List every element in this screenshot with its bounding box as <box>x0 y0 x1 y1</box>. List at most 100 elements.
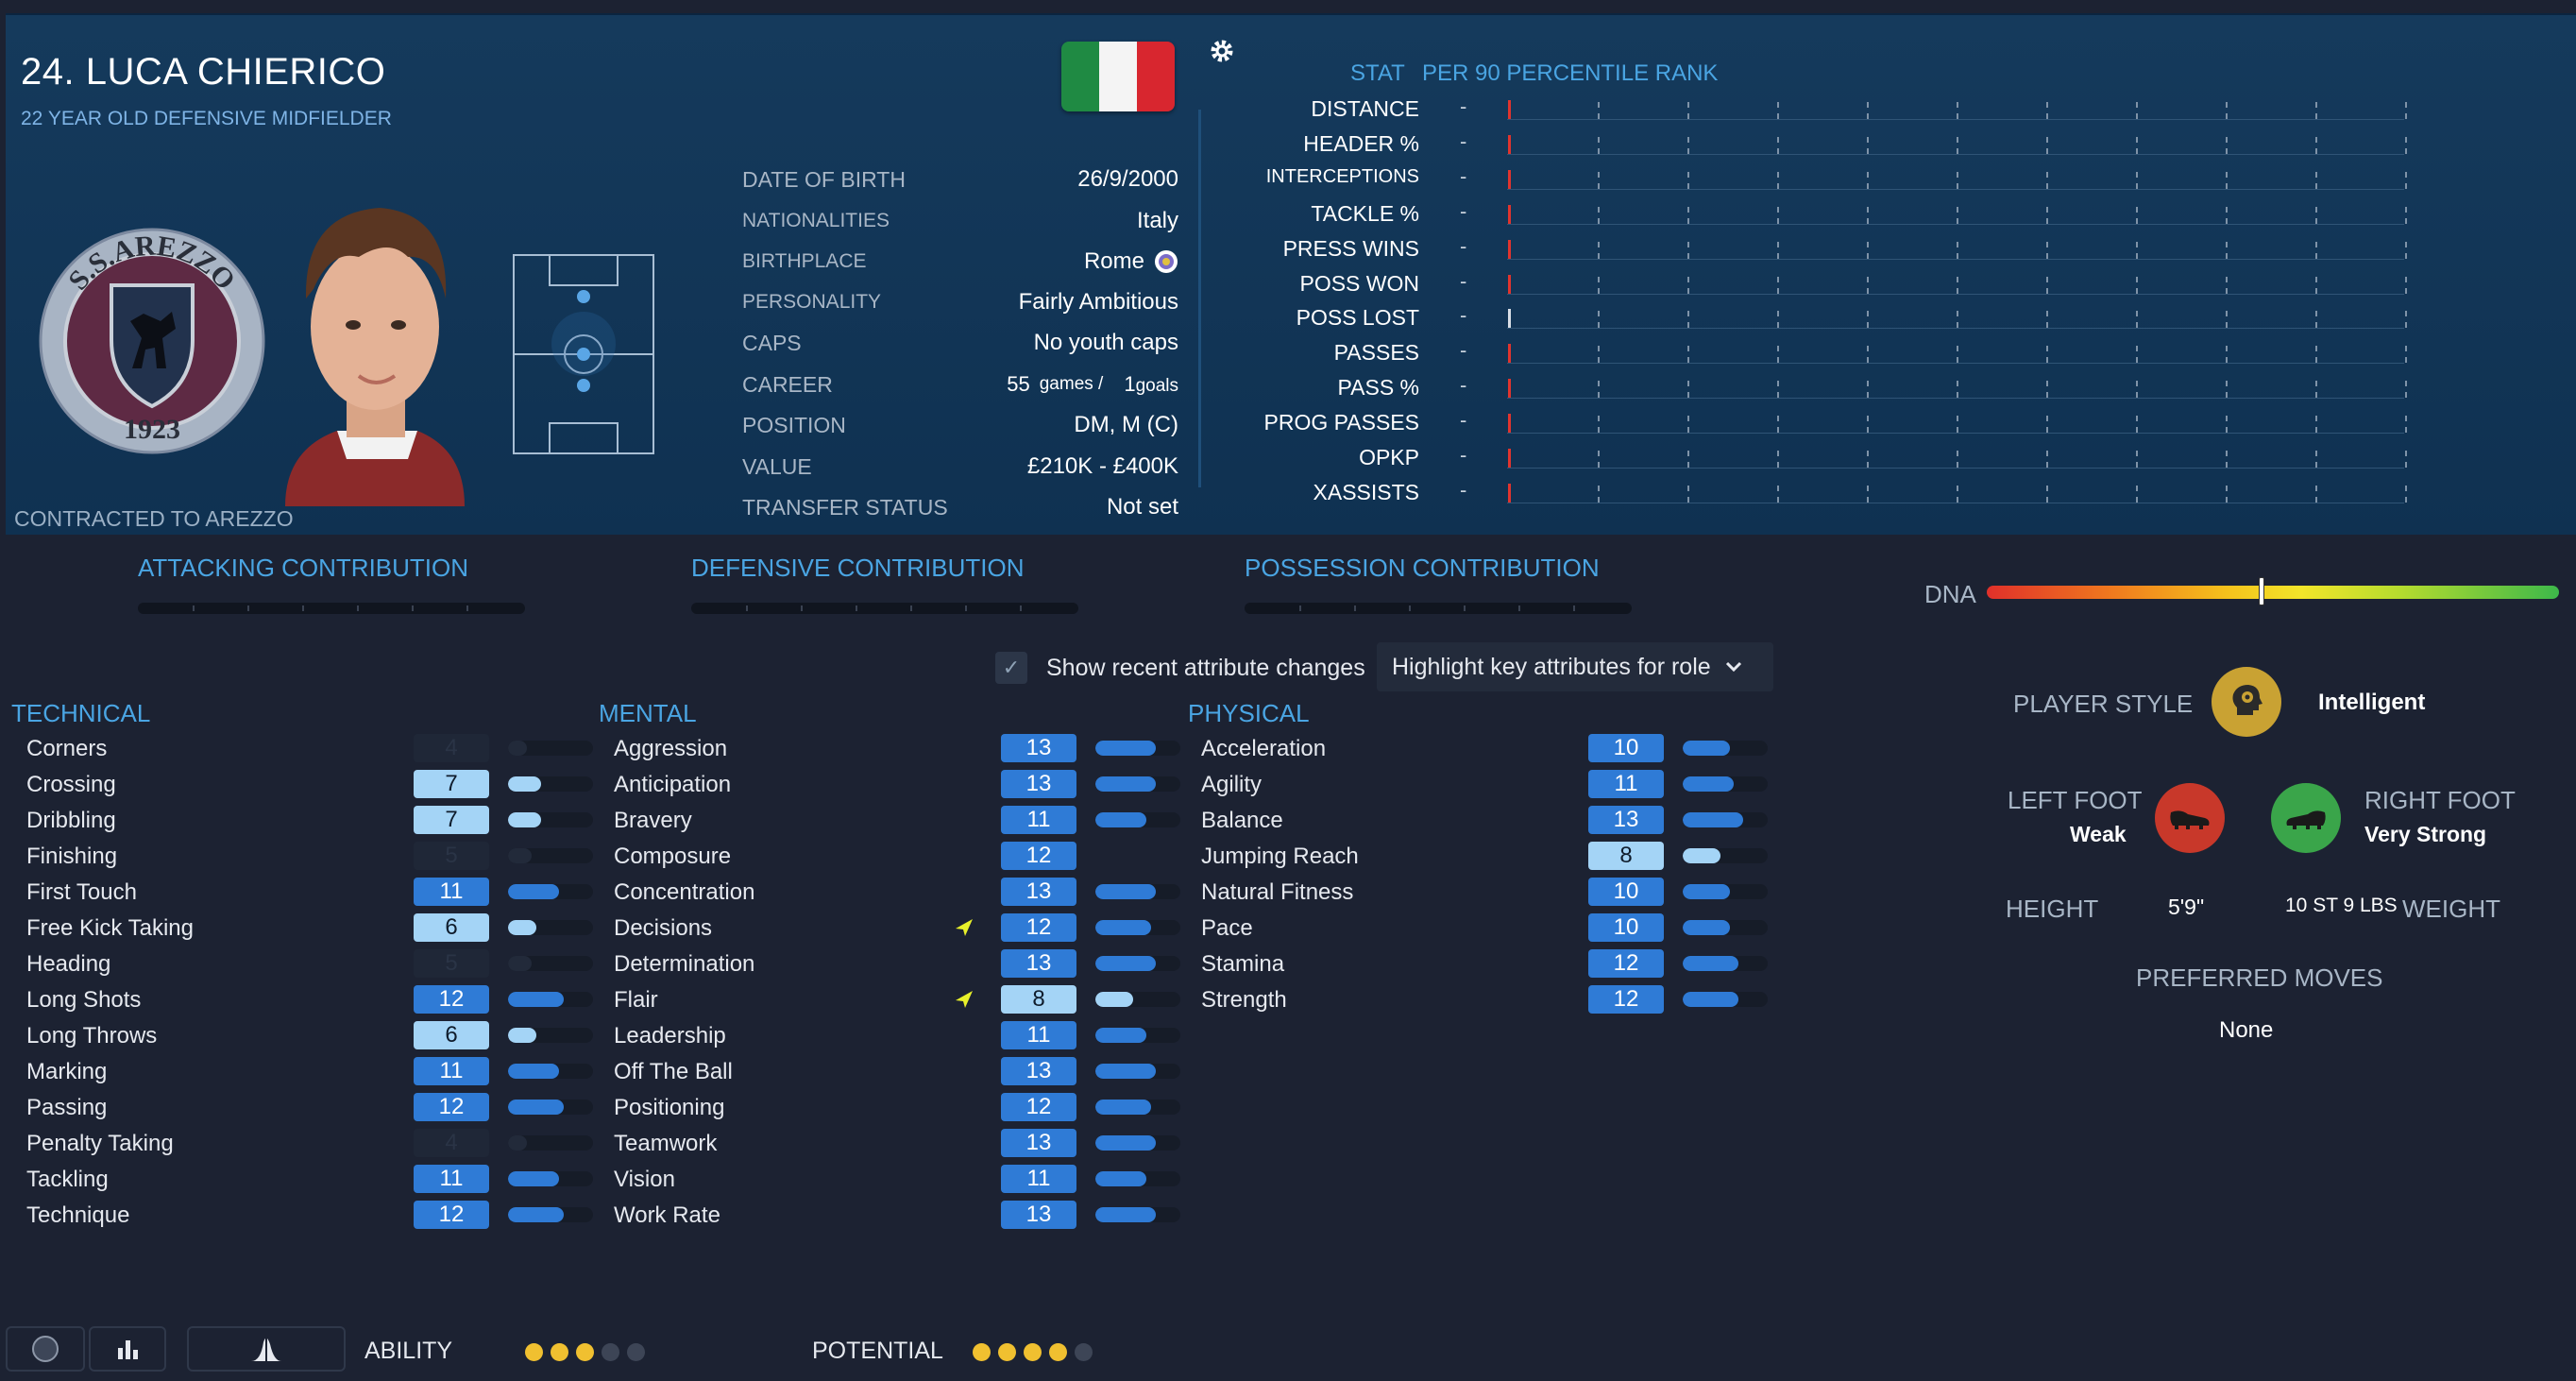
birthplace-value[interactable]: Rome <box>1084 248 1144 275</box>
attribute-row[interactable]: First Touch 11 <box>26 876 593 910</box>
percentile-tick <box>1777 241 1779 259</box>
attribute-row[interactable]: Aggression 13 <box>614 732 1180 766</box>
stat-row: PASS % - <box>1271 369 2407 403</box>
percentile-tick <box>1867 171 1869 189</box>
info-label: CAREER <box>742 371 833 397</box>
percentile-tick <box>1598 102 1600 119</box>
dna-marker <box>2258 577 2264 605</box>
attribute-bar-fill <box>1683 848 1720 863</box>
attribute-row[interactable]: Jumping Reach 8 <box>1201 840 1768 874</box>
attribute-row[interactable]: Bravery 11 <box>614 804 1180 838</box>
show-recent-changes-label[interactable]: Show recent attribute changes <box>1046 655 1365 682</box>
attribute-row[interactable]: Tackling 11 <box>26 1163 593 1197</box>
attribute-row[interactable]: Composure 12 <box>614 840 1180 874</box>
attribute-row[interactable]: Teamwork 13 <box>614 1127 1180 1161</box>
percentile-tick <box>2136 346 2138 364</box>
gear-icon[interactable] <box>1209 38 1235 64</box>
attribute-row[interactable]: Flair 8 <box>614 983 1180 1017</box>
attribute-row[interactable]: Natural Fitness 10 <box>1201 876 1768 910</box>
attribute-bar-fill <box>1683 920 1730 935</box>
attribute-row[interactable]: Decisions 12 <box>614 912 1180 946</box>
percentile-tick <box>1598 451 1600 468</box>
attribute-row[interactable]: Long Throws 6 <box>26 1019 593 1053</box>
attribute-row[interactable]: Crossing 7 <box>26 768 593 802</box>
attribute-row[interactable]: Long Shots 12 <box>26 983 593 1017</box>
percentile-tick <box>1687 136 1689 154</box>
attribute-row[interactable]: Work Rate 13 <box>614 1199 1180 1233</box>
percentile-tick <box>1777 346 1779 364</box>
attribute-name: Agility <box>1201 772 1263 797</box>
attribute-bar-fill <box>508 848 532 863</box>
percentile-tick <box>2226 171 2228 189</box>
attribute-row[interactable]: Strength 12 <box>1201 983 1768 1017</box>
attribute-bar-fill <box>508 776 541 792</box>
attribute-row[interactable]: Positioning 12 <box>614 1091 1180 1125</box>
attribute-row[interactable]: Corners 4 <box>26 732 593 766</box>
attribute-value: 11 <box>1001 806 1076 834</box>
attribute-bar <box>1683 920 1768 935</box>
attribute-bar-fill <box>1683 741 1730 756</box>
player-style-value: Intelligent <box>2318 690 2426 715</box>
attribute-row[interactable]: Finishing 5 <box>26 840 593 874</box>
attribute-name: Dribbling <box>26 808 116 833</box>
footer-button-overview[interactable] <box>6 1326 85 1372</box>
contribution-tick <box>1518 605 1520 611</box>
percentile-column-header[interactable]: PER 90 PERCENTILE RANK <box>1422 60 1718 87</box>
stat-row: INTERCEPTIONS - <box>1266 161 2407 195</box>
attribute-row[interactable]: Technique 12 <box>26 1199 593 1233</box>
attribute-row[interactable]: Off The Ball 13 <box>614 1055 1180 1089</box>
stat-label: INTERCEPTIONS <box>1265 165 1419 187</box>
contribution-tick <box>412 605 414 611</box>
attribute-row[interactable]: Pace 10 <box>1201 912 1768 946</box>
attribute-row[interactable]: Leadership 11 <box>614 1019 1180 1053</box>
ability-rating <box>525 1343 645 1361</box>
attribute-row[interactable]: Stamina 12 <box>1201 947 1768 981</box>
attribute-row[interactable]: Concentration 13 <box>614 876 1180 910</box>
footer-button-distribution[interactable] <box>187 1326 346 1372</box>
player-style-label: PLAYER STYLE <box>2013 690 2194 718</box>
brain-icon[interactable] <box>2212 667 2281 737</box>
attribute-value: 7 <box>414 770 489 798</box>
attribute-row[interactable]: Heading 5 <box>26 947 593 981</box>
attribute-row[interactable]: Marking 11 <box>26 1055 593 1089</box>
attribute-row[interactable]: Balance 13 <box>1201 804 1768 838</box>
attribute-row[interactable]: Acceleration 10 <box>1201 732 1768 766</box>
percentile-tick <box>2046 311 2048 329</box>
percentile-tick <box>1598 381 1600 399</box>
attribute-row[interactable]: Passing 12 <box>26 1091 593 1125</box>
info-label: CAPS <box>742 330 802 355</box>
attacking-contribution-title: ATTACKING CONTRIBUTION <box>138 554 469 582</box>
percentile-track <box>1507 153 2404 155</box>
panel-divider <box>1198 110 1201 487</box>
career-games: 55 <box>1007 372 1030 396</box>
attribute-name: First Touch <box>26 879 137 905</box>
attribute-row[interactable]: Penalty Taking 4 <box>26 1127 593 1161</box>
attribute-bar <box>508 1171 593 1186</box>
attribute-row[interactable]: Agility 11 <box>1201 768 1768 802</box>
attribute-bar-fill <box>508 1135 527 1151</box>
show-recent-changes-checkbox[interactable]: ✓ <box>995 652 1027 684</box>
percentile-tick <box>1777 136 1779 154</box>
percentile-tick <box>2405 241 2407 259</box>
info-value: DM, M (C) <box>1074 412 1178 437</box>
attribute-value: 10 <box>1588 878 1664 906</box>
info-value: Not set <box>1106 494 1178 520</box>
footer-button-stats[interactable] <box>89 1326 166 1372</box>
percentile-tick <box>1867 311 1869 329</box>
stat-label: OPKP <box>1359 445 1419 469</box>
attribute-row[interactable]: Dribbling 7 <box>26 804 593 838</box>
attribute-bar <box>1095 1028 1180 1043</box>
stat-value: - <box>1460 408 1467 433</box>
percentile-tick <box>2405 485 2407 503</box>
info-value: No youth caps <box>1033 330 1178 355</box>
attribute-row[interactable]: Anticipation 13 <box>614 768 1180 802</box>
stat-value: - <box>1460 128 1467 153</box>
attribute-row[interactable]: Free Kick Taking 6 <box>26 912 593 946</box>
percentile-tick <box>2315 381 2317 399</box>
info-value[interactable]: Italy <box>1137 208 1178 234</box>
highlight-attributes-dropdown[interactable]: Highlight key attributes for role <box>1377 642 1773 691</box>
attribute-bar <box>508 776 593 792</box>
percentile-tick <box>1598 346 1600 364</box>
attribute-row[interactable]: Determination 13 <box>614 947 1180 981</box>
attribute-row[interactable]: Vision 11 <box>614 1163 1180 1197</box>
